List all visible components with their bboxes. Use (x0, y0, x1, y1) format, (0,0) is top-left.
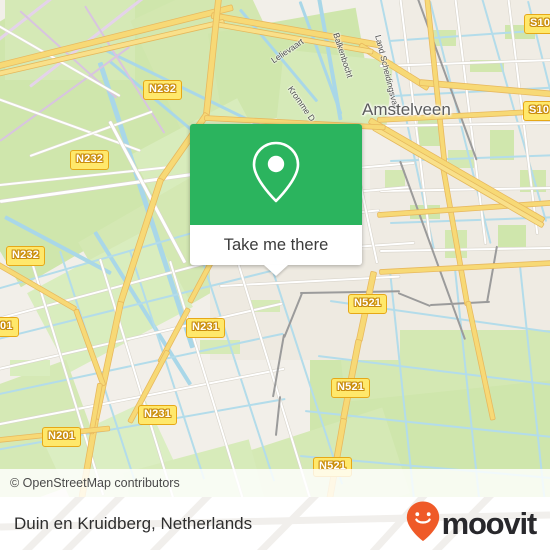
popup-pointer-tail (264, 265, 288, 276)
take-me-there-label: Take me there (223, 235, 329, 254)
moovit-pin-smiley-icon (405, 500, 441, 547)
street-label: Lelievaart (269, 36, 306, 66)
location-popup[interactable]: Take me there (190, 124, 362, 276)
street-label: Kromme D (285, 84, 318, 124)
map-pin-icon (248, 139, 304, 210)
location-title: Duin en Kruidberg, Netherlands (14, 513, 253, 533)
moovit-wordmark: moovit (441, 505, 538, 541)
attribution-bar: © OpenStreetMap contributors (0, 469, 550, 497)
moovit-logo[interactable]: moovit (405, 500, 538, 547)
street-label: Balkenbocht (331, 31, 356, 80)
popup-footer[interactable]: Take me there (190, 225, 362, 276)
moovit-map-screenshot: N232 N232 N232 N231 N231 N201 01 N521 N5… (0, 0, 550, 550)
map-canvas[interactable]: N232 N232 N232 N231 N231 N201 01 N521 N5… (0, 0, 550, 497)
popup-header (190, 124, 362, 225)
place-label-amstelveen: Amstelveen (362, 100, 451, 119)
bottom-bar: Duin en Kruidberg, Netherlands moovit (0, 497, 550, 550)
osm-attribution-text[interactable]: © OpenStreetMap contributors (10, 476, 180, 490)
